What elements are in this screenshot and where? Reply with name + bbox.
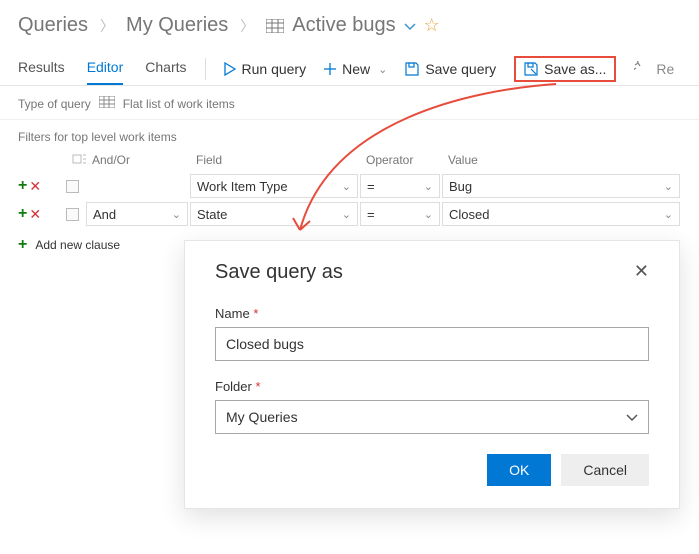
tab-results[interactable]: Results: [18, 53, 65, 85]
save-icon: [405, 62, 419, 76]
name-label: Name *: [215, 306, 649, 321]
field-select[interactable]: State⌄: [190, 202, 358, 226]
add-row-icon[interactable]: +: [18, 205, 27, 223]
save-query-button[interactable]: Save query: [405, 61, 496, 77]
play-icon: [224, 62, 236, 76]
header-value: Value: [442, 153, 682, 167]
andor-select[interactable]: And⌄: [86, 202, 188, 226]
flat-list-icon[interactable]: [99, 96, 115, 111]
value-select[interactable]: Bug⌄: [442, 174, 680, 198]
save-as-button[interactable]: Save as...: [524, 61, 606, 77]
plus-icon: +: [18, 236, 27, 254]
field-select[interactable]: Work Item Type⌄: [190, 174, 358, 198]
save-as-label: Save as...: [544, 61, 606, 77]
type-of-query-label: Type of query: [18, 97, 91, 111]
undo-icon: [634, 61, 650, 78]
tab-editor[interactable]: Editor: [87, 53, 124, 85]
save-query-label: Save query: [425, 61, 496, 77]
type-of-query-value: Flat list of work items: [123, 97, 235, 111]
add-new-clause-label: Add new clause: [35, 238, 120, 252]
operator-select[interactable]: =⌄: [360, 202, 440, 226]
undo-button[interactable]: Re: [634, 61, 674, 78]
row-checkbox[interactable]: [66, 208, 79, 221]
breadcrumb-root[interactable]: Queries: [18, 14, 88, 37]
chevron-down-icon: ⌄: [378, 63, 387, 76]
chevron-down-icon[interactable]: [404, 14, 416, 37]
row-checkbox[interactable]: [66, 180, 79, 193]
filters-section: Filters for top level work items And/Or …: [0, 120, 699, 254]
chevron-right-icon: 〉: [100, 16, 114, 36]
name-input[interactable]: [215, 327, 649, 361]
breadcrumb-leaf[interactable]: Active bugs: [292, 14, 395, 37]
ok-button[interactable]: OK: [487, 454, 551, 486]
filter-row: + ✕ And⌄ State⌄ =⌄ Closed⌄: [18, 200, 699, 228]
header-operator: Operator: [360, 153, 442, 167]
close-icon[interactable]: ✕: [634, 261, 649, 282]
divider: [205, 58, 206, 80]
checkbox-header-icon[interactable]: [66, 153, 86, 168]
undo-label: Re: [656, 61, 674, 77]
add-row-icon[interactable]: +: [18, 177, 27, 195]
breadcrumb: Queries 〉 My Queries 〉 Active bugs ☆: [0, 0, 699, 45]
tab-bar: Results Editor Charts Run query New ⌄ Sa…: [0, 45, 699, 86]
andor-select[interactable]: [86, 174, 188, 198]
new-button[interactable]: New ⌄: [324, 61, 387, 77]
plus-icon: [324, 63, 336, 75]
run-query-button[interactable]: Run query: [224, 61, 307, 77]
folder-label: Folder *: [215, 379, 649, 394]
new-label: New: [342, 61, 370, 77]
save-query-as-dialog: Save query as ✕ Name * Folder * My Queri…: [184, 240, 680, 509]
folder-select[interactable]: My Queries: [215, 400, 649, 434]
header-field: Field: [190, 153, 360, 167]
folder-value: My Queries: [226, 409, 298, 425]
save-as-icon: [524, 62, 538, 76]
delete-row-icon[interactable]: ✕: [29, 178, 41, 195]
list-icon: [266, 19, 284, 33]
cancel-button[interactable]: Cancel: [561, 454, 649, 486]
save-as-highlight: Save as...: [514, 56, 616, 82]
operator-select[interactable]: =⌄: [360, 174, 440, 198]
dialog-title: Save query as: [215, 261, 343, 284]
filters-title: Filters for top level work items: [18, 130, 699, 144]
delete-row-icon[interactable]: ✕: [29, 206, 41, 223]
star-icon[interactable]: ☆: [424, 15, 440, 36]
value-select[interactable]: Closed⌄: [442, 202, 680, 226]
chevron-down-icon: [626, 409, 638, 425]
type-of-query-row: Type of query Flat list of work items: [0, 86, 699, 120]
chevron-right-icon: 〉: [240, 16, 254, 36]
breadcrumb-mid[interactable]: My Queries: [126, 14, 228, 37]
header-andor: And/Or: [86, 153, 190, 167]
tab-charts[interactable]: Charts: [145, 53, 186, 85]
filter-row: + ✕ Work Item Type⌄ =⌄ Bug⌄: [18, 172, 699, 200]
run-query-label: Run query: [242, 61, 307, 77]
filter-header-row: And/Or Field Operator Value: [18, 148, 699, 172]
